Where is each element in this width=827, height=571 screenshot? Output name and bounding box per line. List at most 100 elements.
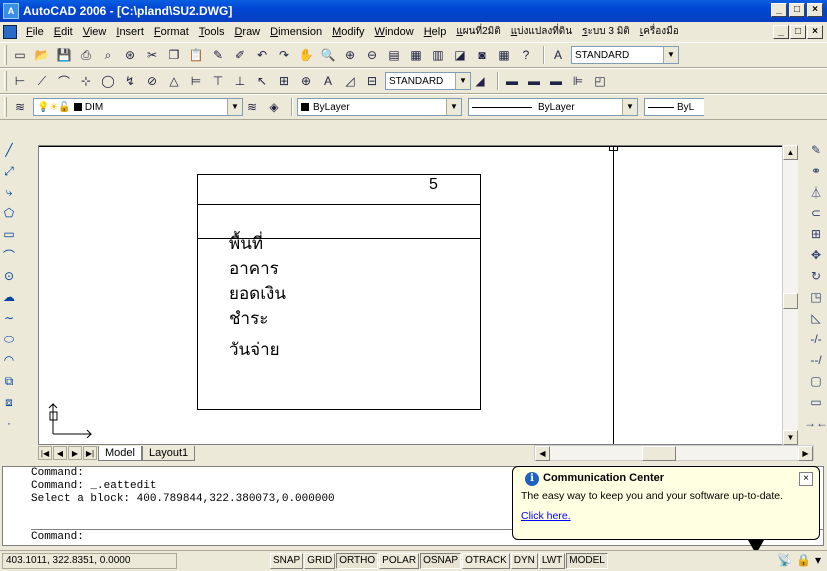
communication-center-balloon[interactable]: i Communication Center × The easy way to… (512, 466, 820, 540)
make-current-layer-icon[interactable]: ≋ (243, 98, 261, 116)
communication-center-icon[interactable]: 📡 (777, 553, 792, 567)
text-style-combo[interactable]: STANDARD ▼ (571, 46, 679, 64)
color-combo[interactable]: ByLayer ▼ (297, 98, 462, 116)
ellipse-icon[interactable]: ⬭ (1, 331, 17, 347)
scroll-left-button[interactable]: ◀ (535, 445, 550, 461)
next-tab-button[interactable]: ▶ (68, 446, 82, 460)
autocad-icon[interactable]: A (3, 3, 19, 19)
copy-object-icon[interactable]: ⚭ (808, 163, 824, 179)
diameter-dim-icon[interactable]: ⊘ (143, 72, 161, 90)
toolbar-grip[interactable] (4, 71, 7, 91)
break-icon[interactable]: ▭ (808, 394, 824, 410)
menu-file[interactable]: File (21, 22, 49, 42)
copy-icon[interactable]: ❐ (165, 46, 183, 64)
tab-model[interactable]: Model (98, 445, 142, 461)
extend-icon[interactable]: --/ (808, 352, 824, 368)
quick-dim-icon[interactable]: ⊨ (187, 72, 205, 90)
array-icon[interactable]: ⊞ (808, 226, 824, 242)
chevron-down-icon[interactable]: ▼ (455, 73, 470, 89)
document-icon[interactable] (3, 25, 17, 39)
layer-tool-d-icon[interactable]: ⊫ (569, 72, 587, 90)
menu-modify[interactable]: Modify (327, 22, 369, 42)
line-icon[interactable]: ╱ (1, 142, 17, 158)
menu-dimension[interactable]: Dimension (265, 22, 327, 42)
sheet-set-icon[interactable]: ◪ (451, 46, 469, 64)
arc-length-icon[interactable]: ⌒ (55, 72, 73, 90)
circle-icon[interactable]: ⊙ (1, 268, 17, 284)
chevron-down-icon[interactable]: ▼ (227, 99, 242, 115)
arc-icon[interactable]: ⌒ (1, 247, 17, 263)
h-scroll-thumb[interactable] (642, 445, 676, 461)
model-toggle[interactable]: MODEL (566, 553, 608, 569)
baseline-dim-icon[interactable]: ⊤ (209, 72, 227, 90)
dim-style-combo[interactable]: STANDARD ▼ (385, 72, 471, 90)
center-mark-icon[interactable]: ⊕ (297, 72, 315, 90)
ordinate-dim-icon[interactable]: ⊹ (77, 72, 95, 90)
menu-edit[interactable]: Edit (49, 22, 78, 42)
construction-line-icon[interactable]: ⤢ (1, 163, 17, 179)
chevron-down-icon[interactable]: ▼ (446, 99, 461, 115)
menu-view[interactable]: View (78, 22, 112, 42)
join-icon[interactable]: →← (804, 415, 827, 431)
ortho-toggle[interactable]: ORTHO (336, 553, 379, 569)
scroll-down-button[interactable]: ▼ (783, 430, 798, 445)
block-editor-icon[interactable]: ✐ (231, 46, 249, 64)
save-icon[interactable]: 💾 (55, 46, 73, 64)
lineweight-combo[interactable]: ByL (644, 98, 704, 116)
toolbar-grip[interactable] (4, 97, 7, 117)
grid-toggle[interactable]: GRID (304, 553, 336, 569)
menu-window[interactable]: Window (370, 22, 419, 42)
menu-tools[interactable]: Tools (194, 22, 230, 42)
stretch-icon[interactable]: ◺ (808, 310, 824, 326)
make-block-icon[interactable]: ⧈ (1, 394, 17, 410)
dim-edit-icon[interactable]: A (319, 72, 337, 90)
open-icon[interactable]: 📂 (33, 46, 51, 64)
ellipse-arc-icon[interactable]: ◠ (1, 352, 17, 368)
erase-icon[interactable]: ✎ (808, 142, 824, 158)
menu-land-subdivision[interactable]: แบ่งแปลงที่ดิน (506, 22, 577, 42)
point-icon[interactable]: · (1, 415, 17, 431)
close-icon[interactable]: × (799, 472, 813, 486)
chevron-down-icon[interactable]: ▾ (815, 553, 821, 567)
print-icon[interactable]: ⎙ (77, 46, 95, 64)
lock-icon[interactable]: 🔒 (796, 553, 811, 567)
lwt-toggle[interactable]: LWT (538, 553, 566, 569)
click-here-link[interactable]: Click here. (521, 510, 811, 522)
tab-layout1[interactable]: Layout1 (141, 445, 196, 461)
move-icon[interactable]: ✥ (808, 247, 824, 263)
toolbar-grip[interactable] (4, 45, 7, 65)
tool-palettes-icon[interactable]: ▥ (429, 46, 447, 64)
angular-dim-icon[interactable]: △ (165, 72, 183, 90)
zoom-window-icon[interactable]: ⊕ (341, 46, 359, 64)
doc-restore-button[interactable]: □ (790, 25, 806, 39)
calculator-icon[interactable]: ▦ (495, 46, 513, 64)
osnap-toggle[interactable]: OSNAP (420, 553, 462, 569)
markup-icon[interactable]: ◙ (473, 46, 491, 64)
spline-icon[interactable]: ∼ (1, 310, 17, 326)
menu-insert[interactable]: Insert (111, 22, 149, 42)
layer-combo[interactable]: 💡 ☀ 🔓 DIM ▼ (33, 98, 243, 116)
layer-previous-icon[interactable]: ◈ (265, 98, 283, 116)
dyn-toggle[interactable]: DYN (510, 553, 538, 569)
jogged-dim-icon[interactable]: ↯ (121, 72, 139, 90)
linetype-combo[interactable]: ByLayer ▼ (468, 98, 638, 116)
radius-dim-icon[interactable]: ◯ (99, 72, 117, 90)
last-tab-button[interactable]: ▶| (83, 446, 97, 460)
new-icon[interactable]: ▭ (11, 46, 29, 64)
layer-tool-c-icon[interactable]: ▬ (547, 72, 565, 90)
revision-cloud-icon[interactable]: ☁ (1, 289, 17, 305)
menu-3d-system[interactable]: ระบบ 3 มิติ (577, 22, 635, 42)
rectangle-icon[interactable]: ▭ (1, 226, 17, 242)
publish-icon[interactable]: ⊛ (121, 46, 139, 64)
scroll-up-button[interactable]: ▲ (783, 145, 798, 160)
offset-icon[interactable]: ⊂ (808, 205, 824, 221)
dim-update-icon[interactable]: ⊟ (363, 72, 381, 90)
otrack-toggle[interactable]: OTRACK (462, 553, 510, 569)
mirror-icon[interactable]: ⏃ (808, 184, 824, 200)
layer-tool-b-icon[interactable]: ▬ (525, 72, 543, 90)
continue-dim-icon[interactable]: ⊥ (231, 72, 249, 90)
zoom-realtime-icon[interactable]: 🔍 (319, 46, 337, 64)
vertical-scrollbar[interactable]: ▲ ▼ (782, 145, 798, 445)
design-center-icon[interactable]: ▦ (407, 46, 425, 64)
rotate-icon[interactable]: ↻ (808, 268, 824, 284)
